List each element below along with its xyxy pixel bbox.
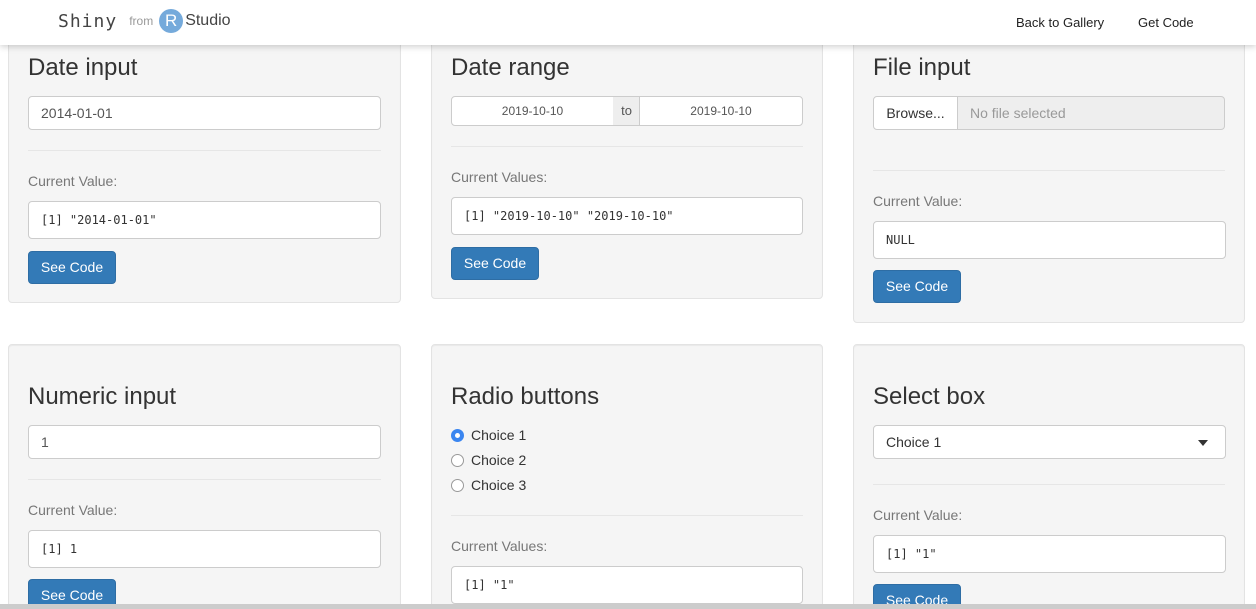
date-range-output: [1] "2019-10-10" "2019-10-10": [451, 197, 803, 235]
brand-from-text: from: [129, 14, 154, 28]
divider: [451, 515, 803, 516]
radio-unselected-icon[interactable]: [451, 453, 464, 467]
file-name-field: No file selected: [958, 96, 1225, 130]
date-input-field[interactable]: 2014-01-01: [28, 96, 381, 130]
current-values-label: Current Values:: [451, 169, 548, 185]
current-value-label: Current Value:: [873, 507, 963, 523]
current-value-label: Current Value:: [873, 193, 963, 209]
brand-logo[interactable]: Shiny from R Studio: [58, 9, 231, 33]
browse-button[interactable]: Browse...: [873, 96, 958, 130]
brand-studio-text: Studio: [185, 12, 231, 29]
see-code-button[interactable]: See Code: [28, 251, 116, 284]
top-navbar: Shiny from R Studio Back to Gallery Get …: [0, 0, 1256, 45]
radio-option-choice-1[interactable]: Choice 1: [451, 427, 526, 443]
date-range-end-field[interactable]: 2019-10-10: [639, 96, 803, 126]
radio-option-label: Choice 3: [471, 477, 527, 493]
date-range-title: Date range: [451, 54, 570, 81]
date-range-separator: to: [613, 96, 640, 126]
radio-option-label: Choice 2: [471, 452, 527, 468]
date-range-start-field[interactable]: 2019-10-10: [451, 96, 614, 126]
current-value-label: Current Value:: [28, 502, 118, 518]
divider: [873, 484, 1225, 485]
divider: [28, 150, 381, 151]
file-input-output: NULL: [873, 221, 1226, 259]
window-bottom-edge: [0, 604, 1256, 609]
back-to-gallery-link[interactable]: Back to Gallery: [1016, 15, 1104, 30]
radio-buttons-output: [1] "1": [451, 566, 803, 604]
select-box-value: Choice 1: [886, 434, 942, 450]
date-input-title: Date input: [28, 54, 138, 81]
brand-shiny-text: Shiny: [58, 10, 118, 32]
see-code-button[interactable]: See Code: [451, 247, 539, 280]
see-code-button[interactable]: See Code: [873, 270, 961, 303]
select-box-title: Select box: [873, 383, 986, 410]
select-box-dropdown[interactable]: Choice 1: [873, 425, 1226, 459]
radio-option-choice-3[interactable]: Choice 3: [451, 477, 526, 493]
radio-unselected-icon[interactable]: [451, 478, 464, 492]
radio-buttons-title: Radio buttons: [451, 383, 600, 410]
numeric-input-field[interactable]: 1: [28, 425, 381, 459]
file-input-title: File input: [873, 54, 971, 81]
numeric-input-title: Numeric input: [28, 383, 177, 410]
divider: [873, 170, 1225, 171]
numeric-input-output: [1] 1: [28, 530, 381, 568]
divider: [28, 479, 381, 480]
rstudio-r-icon: R: [159, 9, 184, 33]
radio-option-label: Choice 1: [471, 427, 527, 443]
select-box-output: [1] "1": [873, 535, 1226, 573]
chevron-down-icon: [1198, 440, 1208, 446]
radio-selected-icon[interactable]: [451, 428, 464, 442]
date-input-output: [1] "2014-01-01": [28, 201, 381, 239]
current-value-label: Current Value:: [28, 173, 118, 189]
get-code-link[interactable]: Get Code: [1138, 15, 1194, 30]
radio-option-choice-2[interactable]: Choice 2: [451, 452, 526, 468]
divider: [451, 146, 803, 147]
current-values-label: Current Values:: [451, 538, 548, 554]
